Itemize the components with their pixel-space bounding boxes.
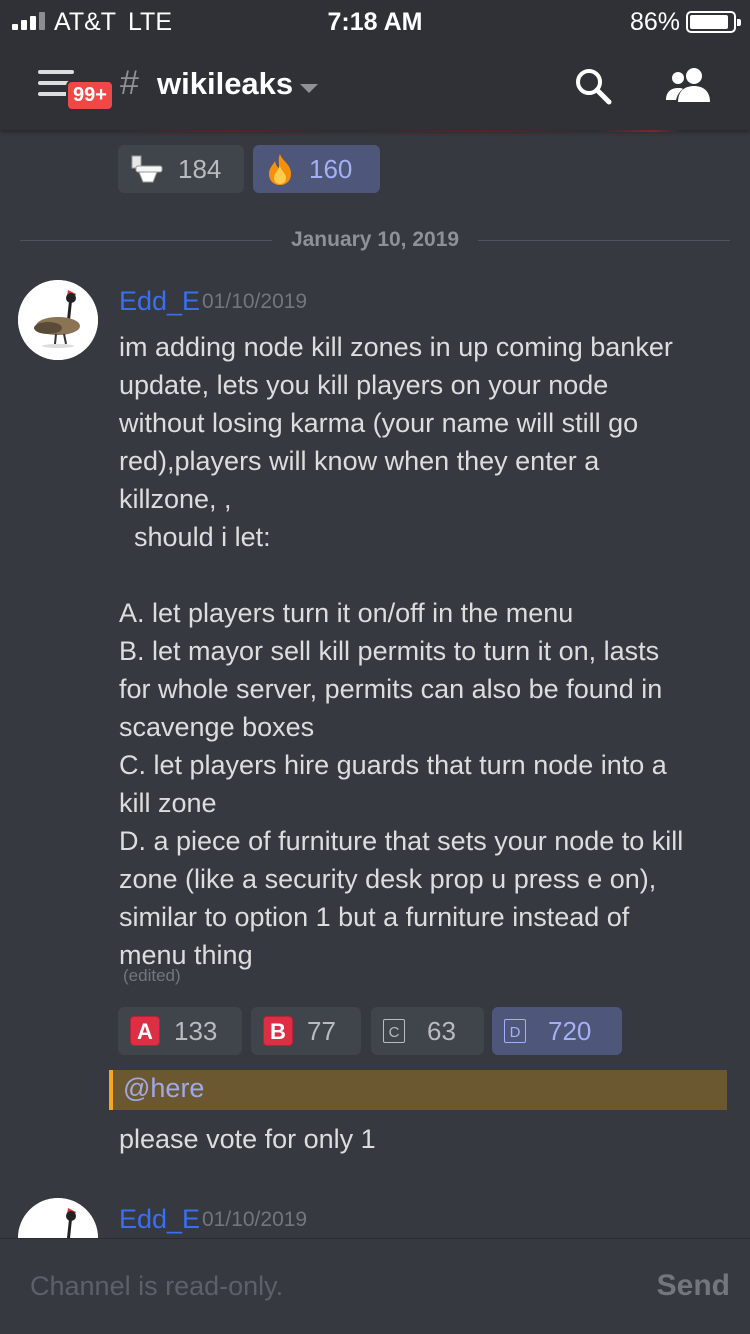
- message-composer: Send: [0, 1238, 750, 1334]
- edited-label: (edited): [123, 966, 181, 985]
- status-bar: AT&T LTE 7:18 AM 86%: [0, 0, 750, 42]
- reaction-b[interactable]: B 77: [251, 1007, 361, 1055]
- members-icon[interactable]: [664, 66, 712, 104]
- search-icon[interactable]: [573, 66, 613, 106]
- fire-icon: [269, 154, 291, 185]
- goose-avatar-icon: [18, 280, 98, 360]
- reaction-d[interactable]: D 720: [492, 1007, 622, 1055]
- reaction-count: 77: [307, 1015, 336, 1046]
- chevron-down-icon[interactable]: [300, 84, 318, 93]
- author-name[interactable]: Edd_E: [119, 286, 200, 317]
- message-timestamp: 01/10/2019: [202, 290, 308, 313]
- send-button[interactable]: Send: [657, 1269, 730, 1303]
- followup-message: please vote for only 1: [119, 1124, 376, 1154]
- reaction-a[interactable]: A 133: [118, 1007, 242, 1055]
- reaction-count: 63: [427, 1015, 456, 1046]
- toilet-icon: [131, 155, 163, 183]
- battery-icon: [686, 11, 741, 33]
- reaction-count: 160: [309, 153, 353, 184]
- letter-d-icon: D: [504, 1019, 526, 1043]
- letter-c-icon: C: [383, 1019, 405, 1043]
- letter-a-icon: A: [130, 1016, 160, 1046]
- message-input[interactable]: [30, 1271, 530, 1302]
- unread-badge: 99+: [66, 80, 114, 111]
- reaction-count: 133: [174, 1015, 218, 1046]
- date-divider: January 10, 2019: [272, 226, 478, 254]
- battery-percent: 86%: [629, 8, 680, 36]
- reaction-count: 184: [178, 153, 222, 184]
- avatar[interactable]: [18, 280, 98, 360]
- message-timestamp: 01/10/2019: [202, 1208, 308, 1231]
- goose-avatar-icon: [18, 1198, 98, 1238]
- mention-highlight: @here: [109, 1070, 727, 1110]
- message-body: im adding node kill zones in up coming b…: [119, 332, 684, 970]
- author-name[interactable]: Edd_E: [119, 1204, 200, 1235]
- reaction-fire[interactable]: 160: [253, 145, 380, 193]
- reaction-c[interactable]: C 63: [371, 1007, 484, 1055]
- app-header: AT&T LTE 7:18 AM 86% 99+ # wikileaks: [0, 0, 750, 130]
- reaction-count: 720: [548, 1015, 592, 1046]
- here-mention[interactable]: @here: [123, 1073, 204, 1104]
- letter-b-icon: B: [263, 1016, 293, 1046]
- avatar[interactable]: [18, 1198, 98, 1238]
- channel-title[interactable]: wikileaks: [157, 66, 293, 102]
- reaction-toilet[interactable]: 184: [118, 145, 244, 193]
- channel-hash-icon: #: [120, 64, 139, 102]
